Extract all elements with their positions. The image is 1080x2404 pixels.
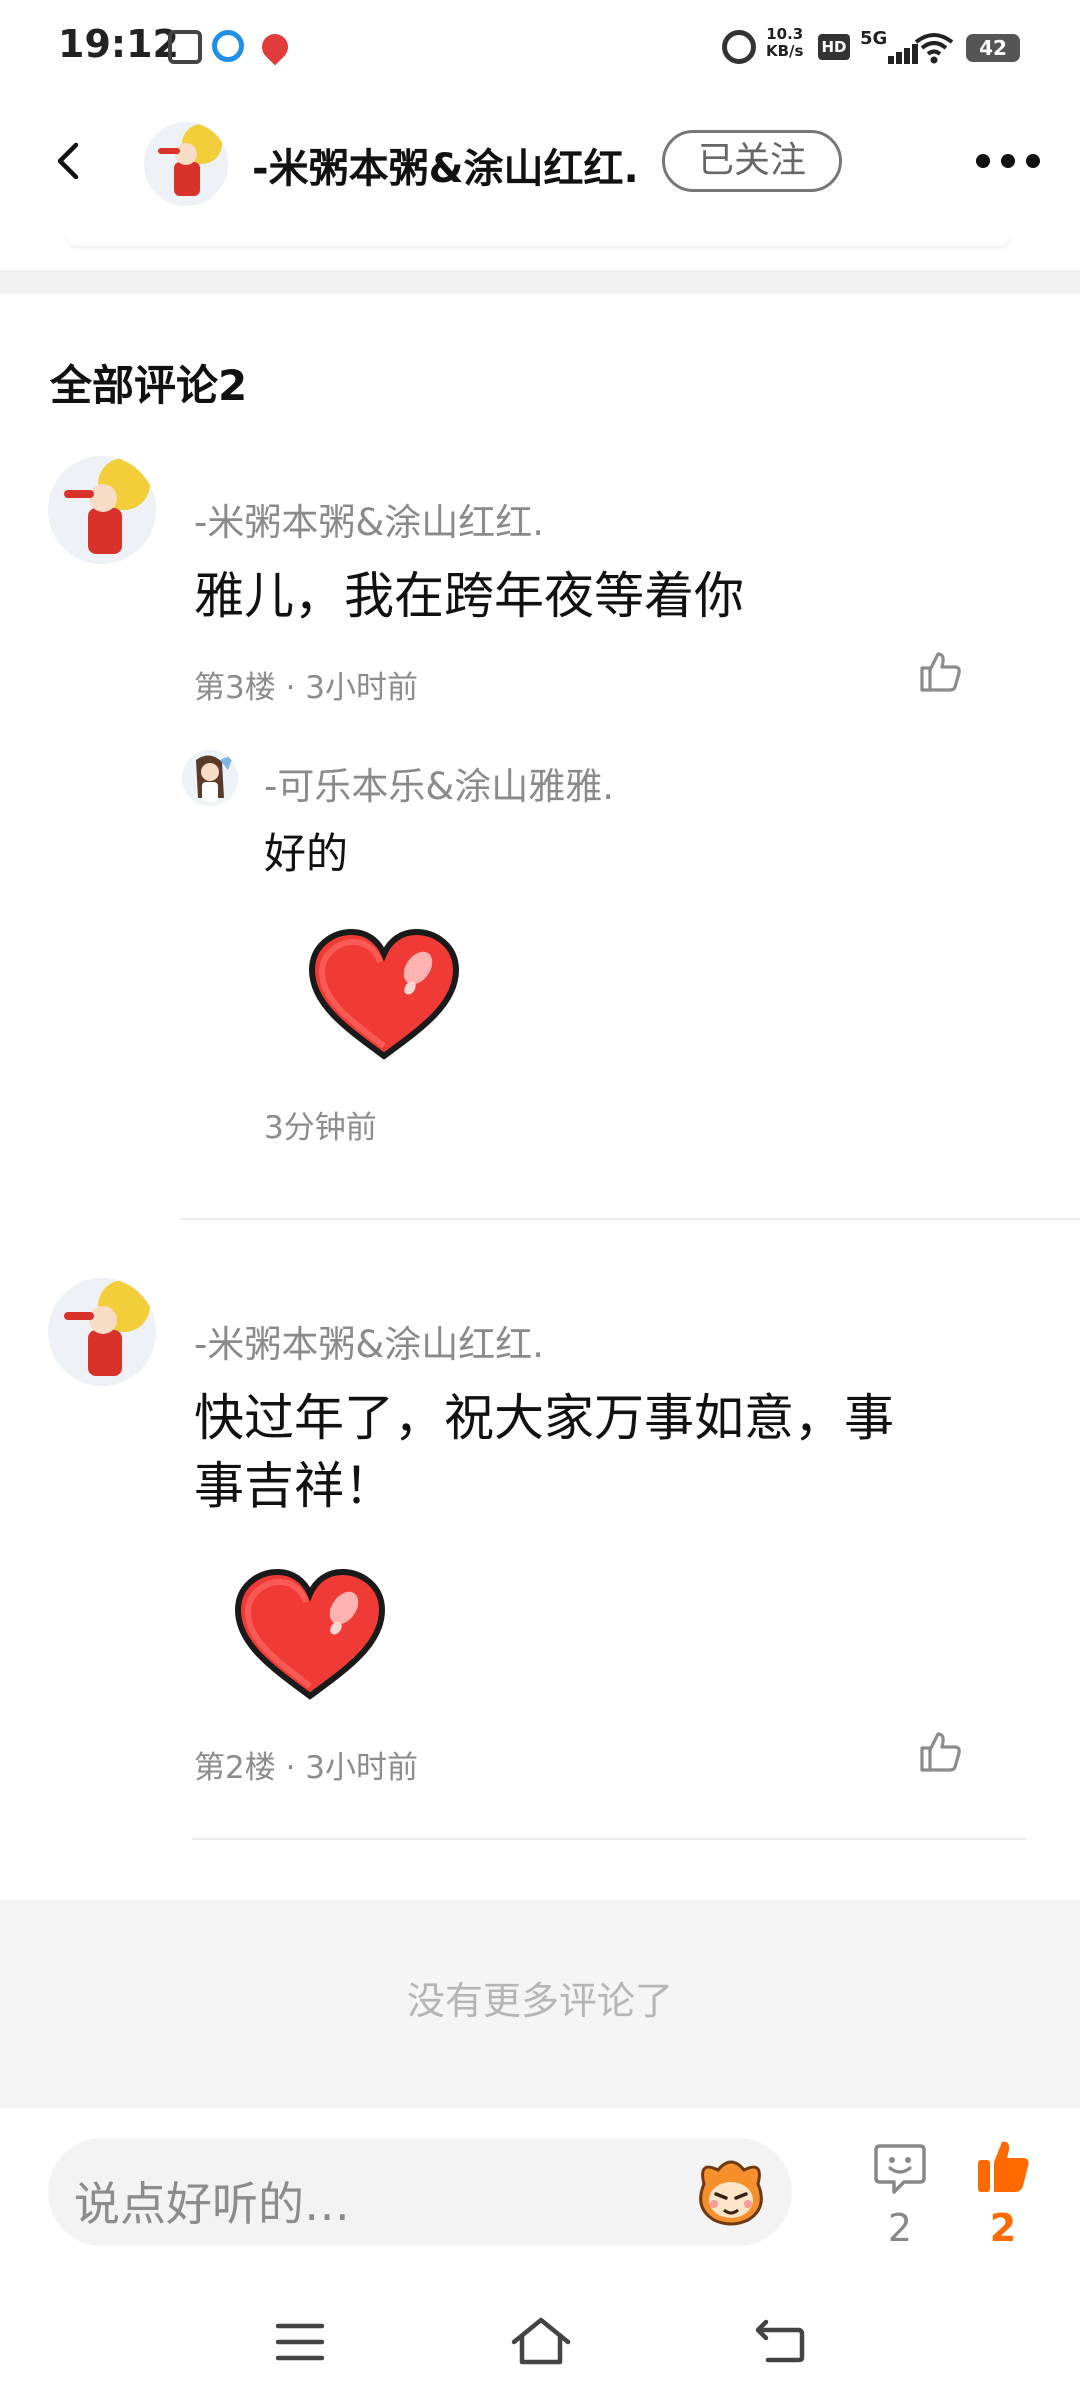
commenter-name[interactable]: -米粥本粥&涂山红红. — [194, 492, 544, 546]
thumbs-up-icon[interactable] — [974, 2138, 1032, 2196]
wifi-icon — [914, 33, 954, 64]
app-icon — [168, 30, 202, 64]
comment-text-line-2: 事吉祥！ — [194, 1457, 394, 1515]
like-icon[interactable] — [916, 648, 964, 696]
back-arrow-icon[interactable] — [50, 141, 90, 181]
comment-input-placeholder: 说点好听的… — [74, 2177, 350, 2231]
commenter-avatar[interactable] — [48, 456, 156, 564]
net-speed-value: 10.3 — [766, 25, 804, 43]
reply-time: 3分钟前 — [264, 1110, 377, 1146]
battery-icon: 42 — [966, 34, 1020, 62]
comment-divider — [192, 1838, 1026, 1840]
comment-meta: 第3楼 · 3小时前 — [194, 670, 419, 706]
comments-title: 全部评论2 — [50, 361, 248, 410]
post-header: -米粥本粥&涂山红红. 已关注 — [0, 96, 1080, 226]
back-nav-icon[interactable] — [754, 2318, 806, 2364]
comment-text-line-1: 快过年了，祝大家万事如意，事 — [194, 1389, 894, 1447]
emoji-mascot-icon[interactable] — [692, 2154, 770, 2230]
more-options-icon[interactable] — [976, 154, 1040, 168]
menu-icon[interactable] — [276, 2322, 324, 2362]
commenter-avatar[interactable] — [48, 1278, 156, 1386]
commenter-name[interactable]: -米粥本粥&涂山红红. — [194, 1314, 544, 1368]
post-card-edge — [66, 232, 1010, 246]
alarm-icon — [722, 30, 756, 64]
home-icon[interactable] — [510, 2316, 572, 2366]
net-speed-unit: KB/s — [766, 42, 804, 60]
comment-text: 雅儿，我在跨年夜等着你 — [194, 567, 744, 625]
heart-sticker — [308, 928, 460, 1060]
follow-button[interactable]: 已关注 — [662, 130, 842, 192]
reply-avatar[interactable] — [182, 750, 238, 806]
map-pin-icon — [256, 28, 294, 66]
hd-badge: HD — [818, 34, 850, 60]
browser-icon — [212, 30, 244, 62]
signal-icon — [864, 40, 918, 64]
author-name[interactable]: -米粥本粥&涂山红红. — [252, 136, 639, 194]
net-speed: 10.3 KB/s — [766, 26, 803, 60]
reply-username[interactable]: -可乐本乐&涂山雅雅. — [264, 756, 614, 810]
comment-divider — [180, 1218, 1080, 1220]
like-count: 2 — [989, 2206, 1017, 2250]
status-time: 19:12 — [58, 22, 179, 66]
like-icon[interactable] — [916, 1728, 964, 1776]
section-divider — [0, 270, 1080, 294]
heart-sticker — [234, 1568, 386, 1700]
author-avatar[interactable] — [144, 122, 228, 206]
comment-input[interactable]: 说点好听的… — [48, 2138, 792, 2246]
comment-meta: 第2楼 · 3小时前 — [194, 1750, 419, 1786]
comment-count: 2 — [887, 2206, 913, 2250]
end-of-comments: 没有更多评论了 — [0, 1900, 1080, 2108]
reply-text: 好的 — [264, 829, 349, 878]
status-bar: 19:12 10.3 KB/s HD 5G 42 — [0, 0, 1080, 96]
no-more-text: 没有更多评论了 — [406, 1979, 673, 2023]
comment-icon[interactable] — [872, 2140, 928, 2196]
